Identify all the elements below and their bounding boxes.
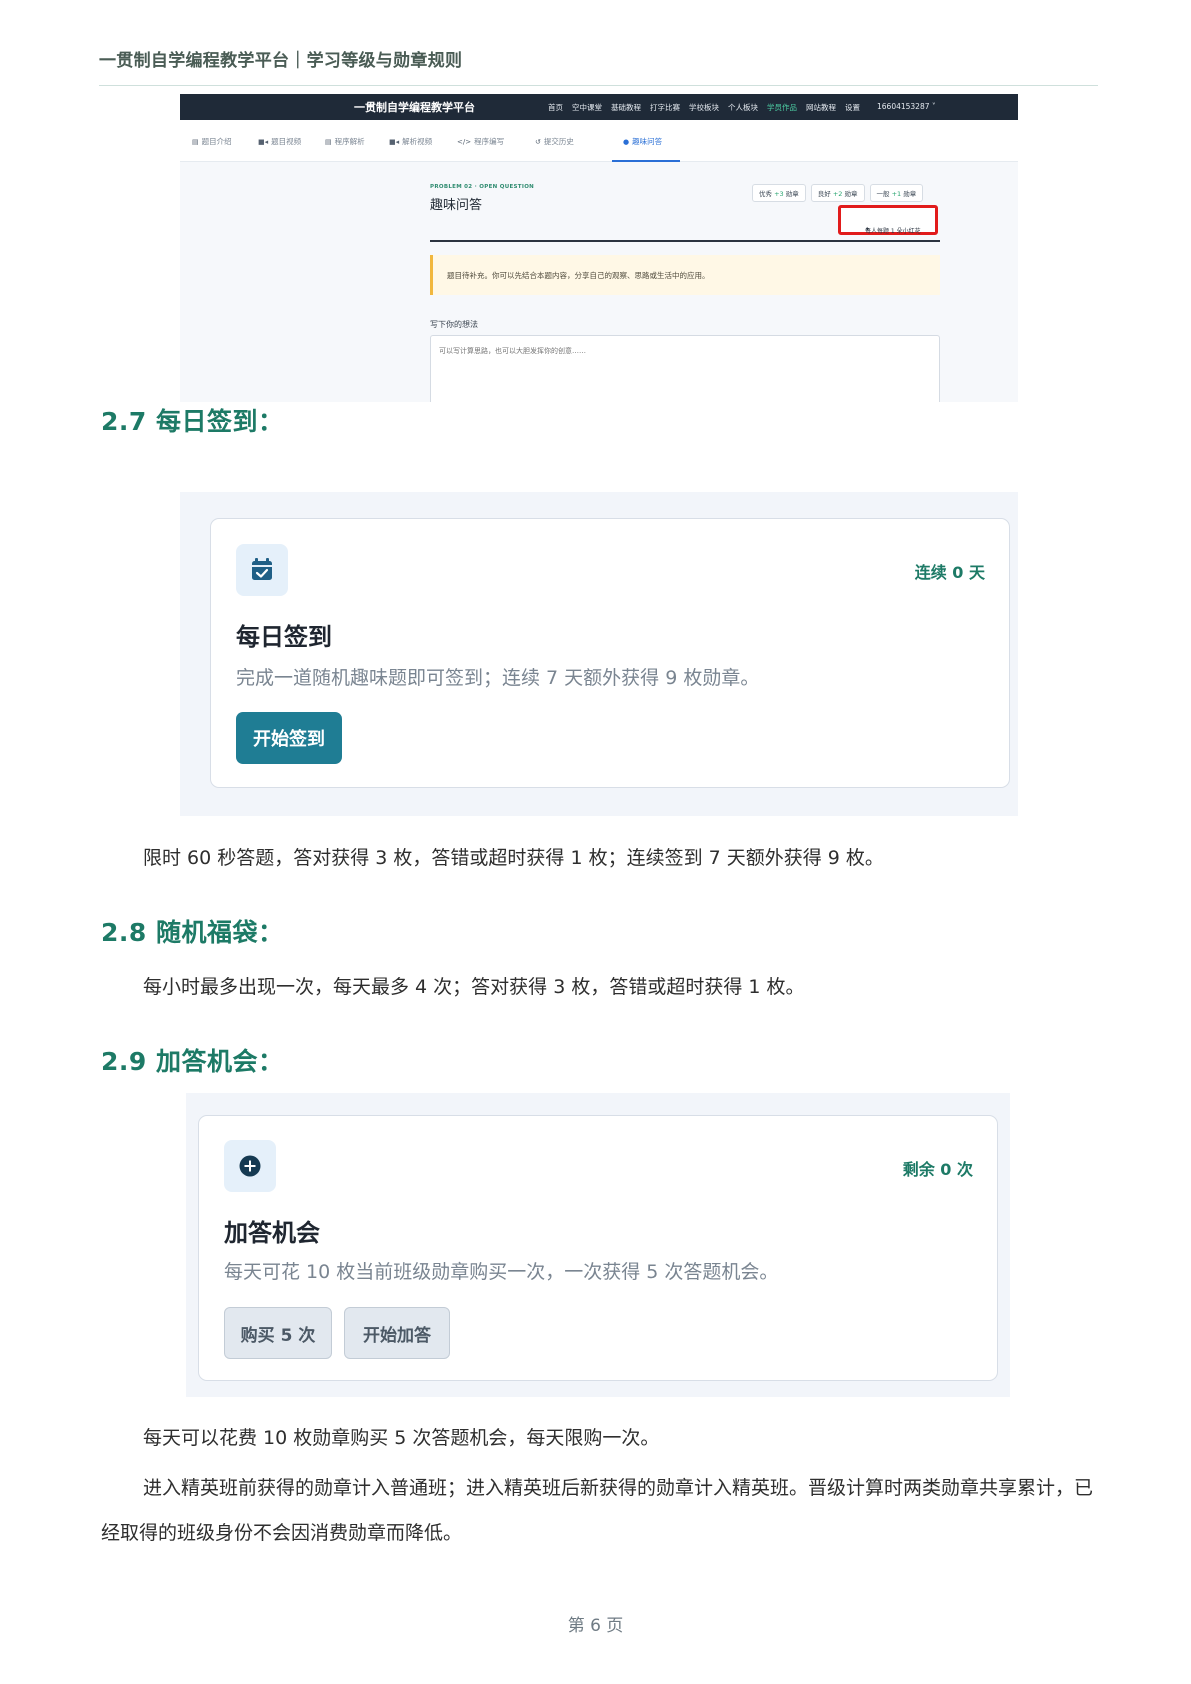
code-icon: </> xyxy=(457,138,472,146)
answer-label: 写下你的想法 xyxy=(430,320,478,329)
grade-average: 一般 +1 勋章 xyxy=(869,184,924,202)
tab-code-editor[interactable]: </> 程序编写 xyxy=(457,136,504,147)
section-heading-lucky-bag: 2.8 随机福袋： xyxy=(101,918,284,947)
nav-item-home[interactable]: 首页 xyxy=(548,102,563,113)
grade-good: 良好 +2 勋章 xyxy=(810,184,865,202)
remaining-counter: 剩余 0 次 xyxy=(902,1160,973,1179)
document-icon: ▤ xyxy=(192,138,199,146)
tab-fun-qa[interactable]: ● 趣味问答 xyxy=(623,136,662,147)
plus-circle-icon xyxy=(224,1140,276,1192)
grade-excellent: 优秀 +3 勋章 xyxy=(752,184,806,202)
section-heading-daily-checkin: 2.7 每日签到： xyxy=(101,407,284,436)
document-icon: ▤ xyxy=(325,138,332,146)
extra-answers-card: 剩余 0 次 加答机会 每天可花 10 枚当前班级勋章购买一次，一次获得 5 次… xyxy=(198,1115,998,1381)
video-icon: ■◂ xyxy=(258,138,269,146)
problem-tabs: ▤ 题目介绍 ■◂ 题目视频 ▤ 程序解析 ■◂ 解析视频 </> 程序编写 ↺ 提交历史 … xyxy=(180,120,1018,162)
history-icon: ↺ xyxy=(535,138,541,146)
running-header: 一贯制自学编程教学平台｜学习等级与勋章规则 xyxy=(99,51,463,71)
header-divider xyxy=(99,85,1098,86)
start-checkin-button[interactable]: 开始签到 xyxy=(236,712,342,764)
problem-page-screenshot: 一贯制自学编程教学平台 首页 空中课堂 基础教程 打字比赛 学校板块 个人板块 … xyxy=(180,94,1018,402)
nav-item-settings[interactable]: 设置 xyxy=(845,102,860,113)
active-tab-indicator xyxy=(612,160,680,162)
extra-answers-rule: 每天可以花费 10 枚勋章购买 5 次答题机会，每天限购一次。 xyxy=(143,1427,660,1449)
site-brand[interactable]: 一贯制自学编程教学平台 xyxy=(354,99,475,115)
tab-problem-intro[interactable]: ▤ 题目介绍 xyxy=(192,136,232,147)
nav-item-basic-tutorial[interactable]: 基础教程 xyxy=(611,102,641,113)
notice-banner: 题目待补充。你可以先结合本题内容，分享自己的观察、思路或生活中的应用。 xyxy=(430,255,940,295)
elite-class-rule: 进入精英班前获得的勋章计入普通班；进入精英班后新获得的勋章计入精英班。晋级计算时… xyxy=(101,1477,1094,1544)
nav-item-personal[interactable]: 个人板块 xyxy=(728,102,758,113)
nav-item-school[interactable]: 学校板块 xyxy=(689,102,719,113)
start-extra-answer-button[interactable]: 开始加答 xyxy=(344,1307,450,1359)
problem-kicker: PROBLEM 02 · OPEN QUESTION xyxy=(430,184,535,190)
nav-menu: 首页 空中课堂 基础教程 打字比赛 学校板块 个人板块 学员作品 网站教程 设置… xyxy=(548,102,936,113)
red-highlight-box: ✦ 每人每题 1 朵小红花 xyxy=(838,205,938,235)
daily-checkin-screenshot: 连续 0 天 每日签到 完成一道随机趣味题即可签到；连续 7 天额外获得 9 枚… xyxy=(180,492,1018,816)
grade-rewards: 优秀 +3 勋章 良好 +2 勋章 一般 +1 勋章 xyxy=(752,184,924,202)
card-title: 每日签到 xyxy=(236,623,332,651)
buy-5-button[interactable]: 购买 5 次 xyxy=(224,1307,332,1359)
nav-item-typing-contest[interactable]: 打字比赛 xyxy=(650,102,680,113)
streak-counter: 连续 0 天 xyxy=(914,563,985,582)
top-navbar: 一贯制自学编程教学平台 首页 空中课堂 基础教程 打字比赛 学校板块 个人板块 … xyxy=(180,94,1018,120)
section-heading-extra-answers: 2.9 加答机会： xyxy=(101,1047,284,1076)
extra-answers-screenshot: 剩余 0 次 加答机会 每天可花 10 枚当前班级勋章购买一次，一次获得 5 次… xyxy=(186,1093,1010,1397)
tab-program-analysis[interactable]: ▤ 程序解析 xyxy=(325,136,365,147)
card-description: 完成一道随机趣味题即可签到；连续 7 天额外获得 9 枚勋章。 xyxy=(236,667,760,689)
user-menu[interactable]: 16604153287 ˅ xyxy=(877,102,936,113)
lucky-bag-rule: 每小时最多出现一次，每天最多 4 次；答对获得 3 枚，答错或超时获得 1 枚。 xyxy=(143,976,805,998)
page-number: 第 6 页 xyxy=(567,1616,624,1636)
question-title: 趣味问答 xyxy=(430,198,483,213)
tab-problem-video[interactable]: ■◂ 题目视频 xyxy=(258,136,301,147)
nav-item-live-class[interactable]: 空中课堂 xyxy=(572,102,602,113)
lightbulb-icon: ● xyxy=(623,138,630,146)
card-title: 加答机会 xyxy=(224,1219,320,1247)
tab-submit-history[interactable]: ↺ 提交历史 xyxy=(535,136,574,147)
tab-analysis-video[interactable]: ■◂ 解析视频 xyxy=(389,136,432,147)
question-divider xyxy=(430,240,940,242)
card-description: 每天可花 10 枚当前班级勋章购买一次，一次获得 5 次答题机会。 xyxy=(224,1261,779,1283)
video-icon: ■◂ xyxy=(389,138,400,146)
answer-textarea[interactable] xyxy=(430,335,940,402)
daily-checkin-rule: 限时 60 秒答题，答对获得 3 枚，答错或超时获得 1 枚；连续签到 7 天额… xyxy=(143,847,884,869)
daily-checkin-card: 连续 0 天 每日签到 完成一道随机趣味题即可签到；连续 7 天额外获得 9 枚… xyxy=(210,518,1010,788)
calendar-check-icon xyxy=(236,544,288,596)
nav-item-student-works[interactable]: 学员作品 xyxy=(767,102,797,113)
nav-item-site-tutorial[interactable]: 网站教程 xyxy=(806,102,836,113)
